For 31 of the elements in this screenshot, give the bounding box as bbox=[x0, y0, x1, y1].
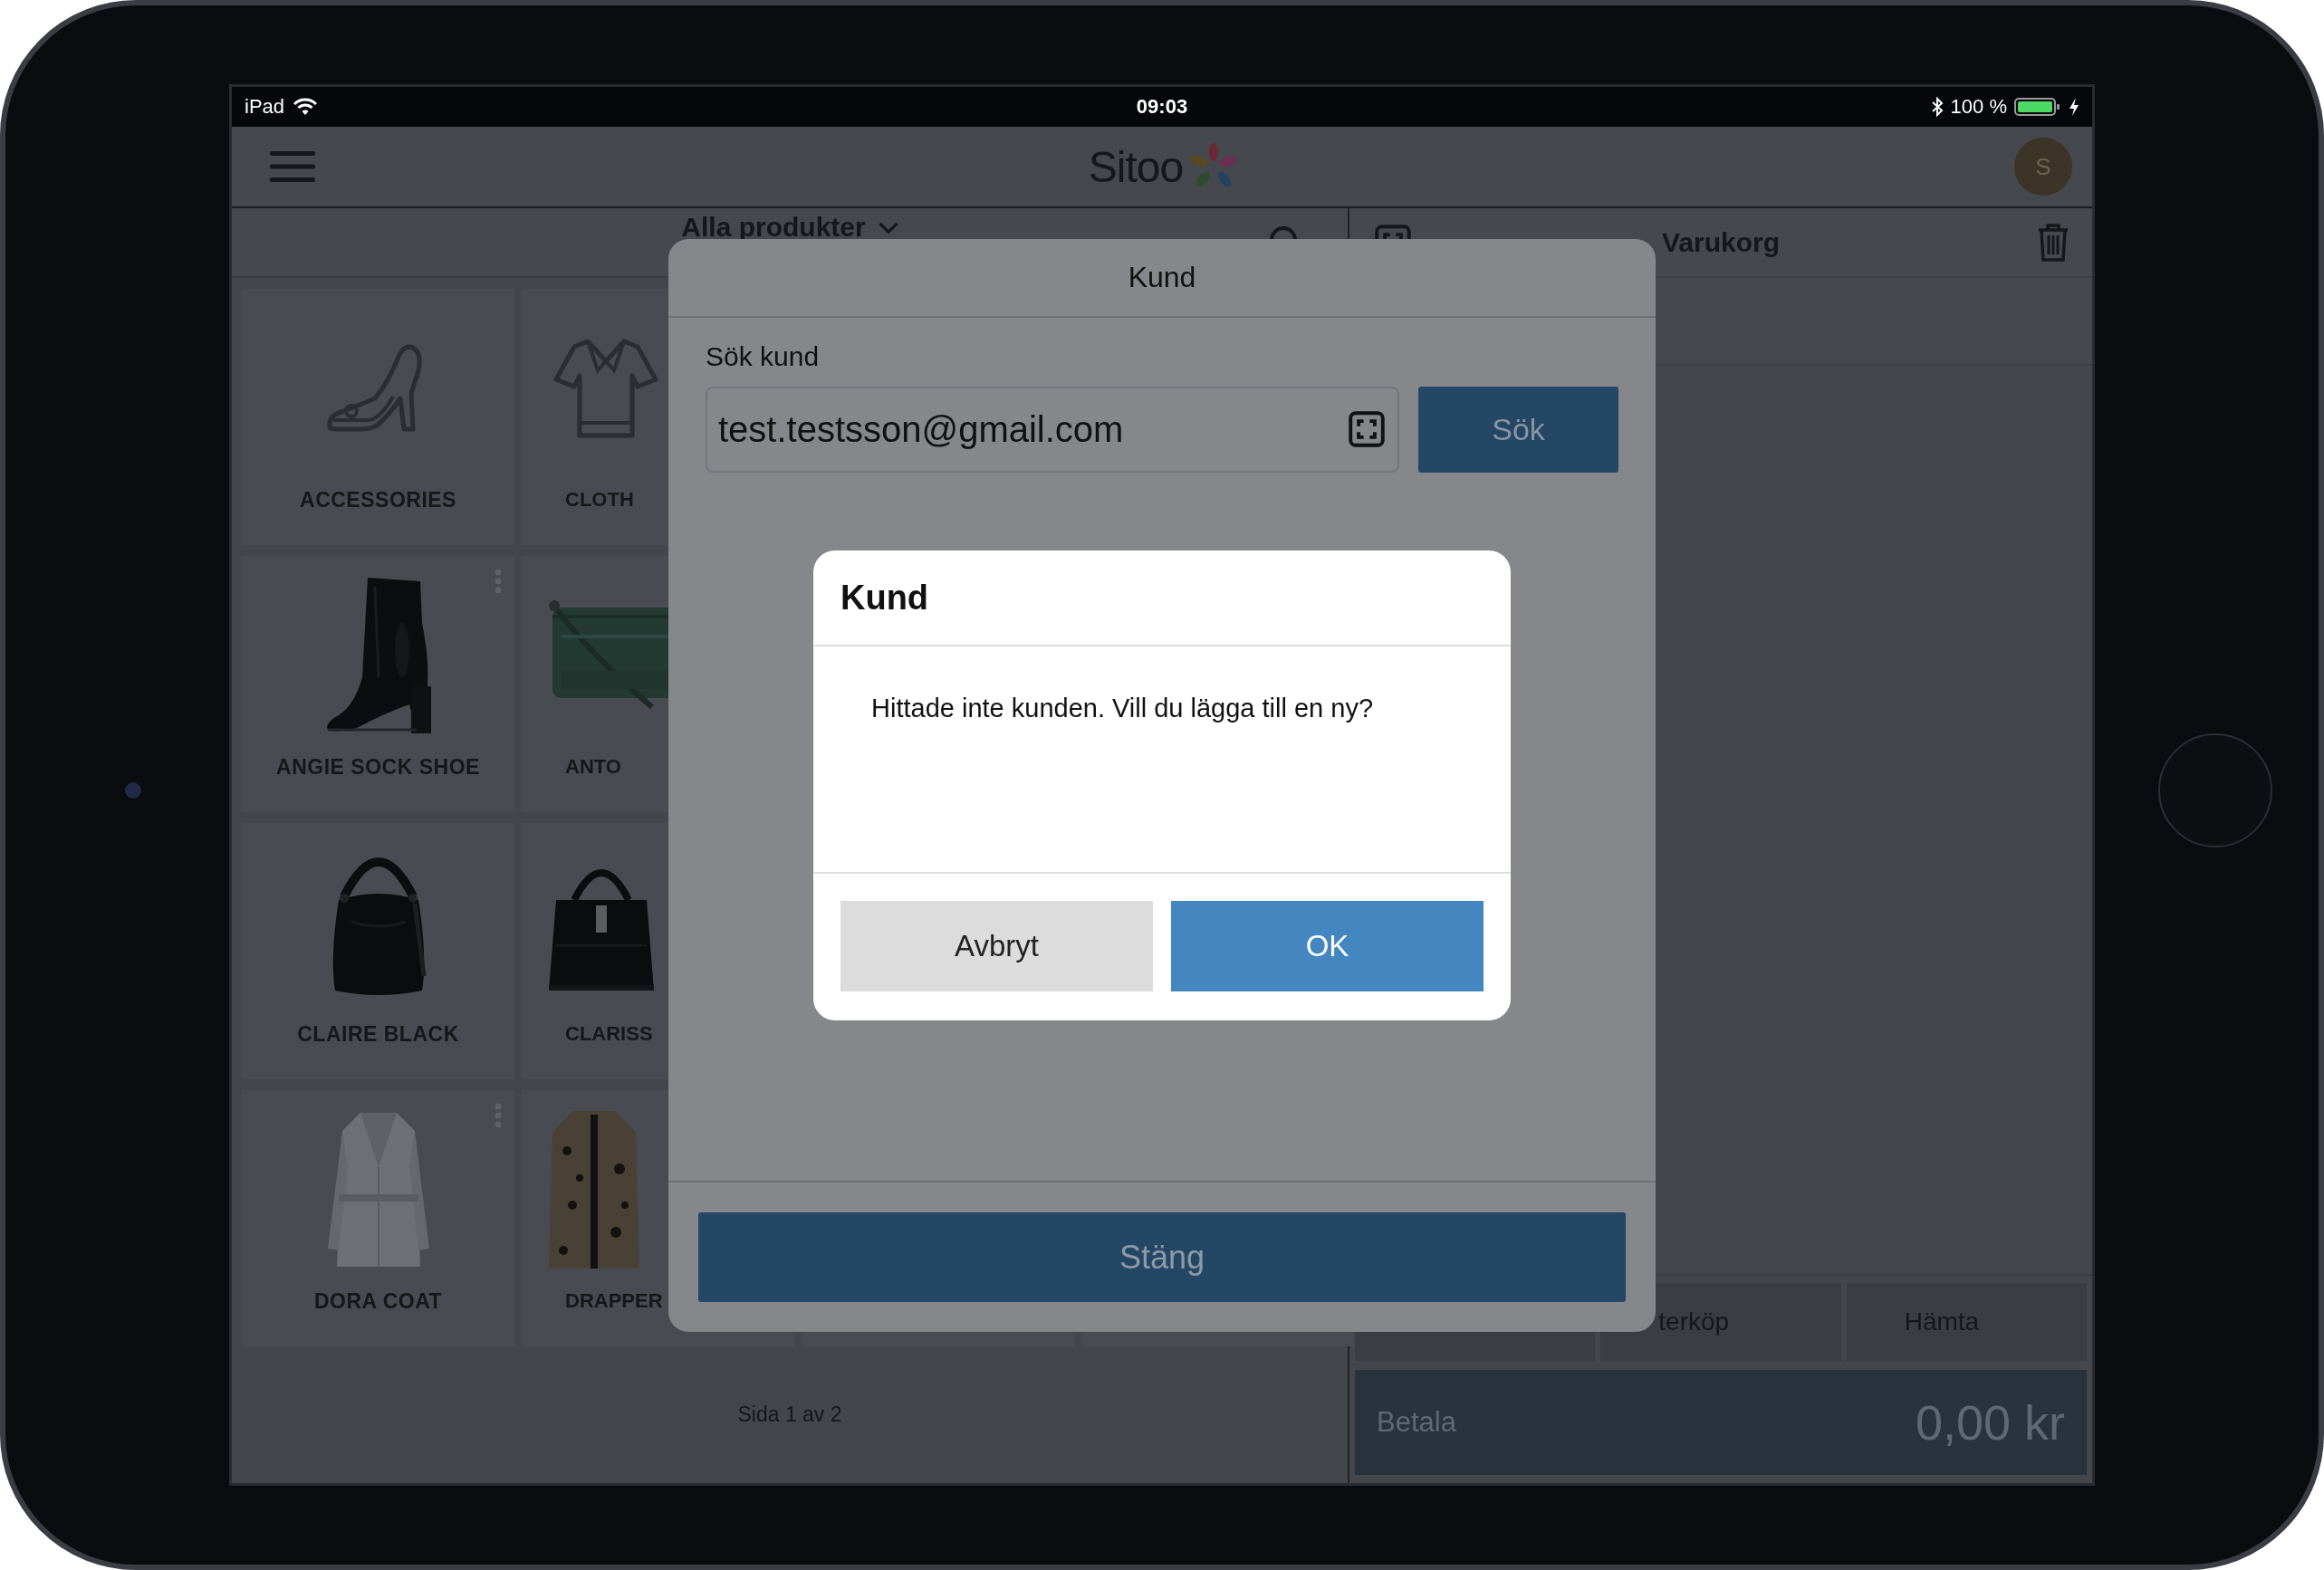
cancel-button[interactable]: Avbryt bbox=[840, 901, 1153, 991]
menu-icon[interactable] bbox=[270, 150, 315, 183]
charging-icon bbox=[2069, 97, 2079, 117]
product-tile[interactable]: ANGIE SOCK SHOE bbox=[242, 556, 514, 812]
product-tile[interactable]: ACCESSORIES bbox=[242, 289, 514, 545]
battery-percent: 100 % bbox=[1950, 95, 2007, 119]
modal-title: Kund bbox=[1128, 261, 1196, 294]
product-name: CLAIRE BLACK bbox=[296, 1022, 460, 1047]
chevron-down-icon bbox=[878, 221, 898, 234]
product-name: ANGIE SOCK SHOE bbox=[275, 755, 481, 780]
dialog-message: Hittade inte kunden. Vill du lägga till en ny? bbox=[871, 694, 1375, 723]
scan-icon[interactable] bbox=[1349, 411, 1385, 447]
product-name: ACCESSORIES bbox=[299, 488, 457, 512]
bluetooth-icon bbox=[1930, 97, 1944, 117]
battery-icon bbox=[2014, 97, 2061, 117]
product-tile[interactable]: DORA COAT bbox=[242, 1090, 514, 1346]
product-name: CLARISS bbox=[564, 1022, 654, 1046]
dialog-title: Kund bbox=[840, 578, 929, 617]
product-name: ANTO bbox=[564, 755, 622, 779]
search-field[interactable]: test.testsson@gmail.com bbox=[706, 387, 1399, 473]
trash-icon[interactable] bbox=[2038, 223, 2069, 262]
clock: 09:03 bbox=[1136, 95, 1188, 119]
camera-drawing bbox=[125, 782, 141, 799]
device-name: iPad bbox=[245, 95, 285, 119]
ok-button[interactable]: OK bbox=[1171, 901, 1484, 991]
product-name: DRAPPER bbox=[564, 1289, 664, 1313]
close-button[interactable]: Stäng bbox=[698, 1212, 1626, 1302]
wifi-icon bbox=[293, 98, 318, 116]
search-button[interactable]: Sök bbox=[1418, 387, 1618, 473]
product-tile[interactable]: CLAIRE BLACK bbox=[242, 823, 514, 1079]
product-name: DORA COAT bbox=[312, 1289, 444, 1314]
